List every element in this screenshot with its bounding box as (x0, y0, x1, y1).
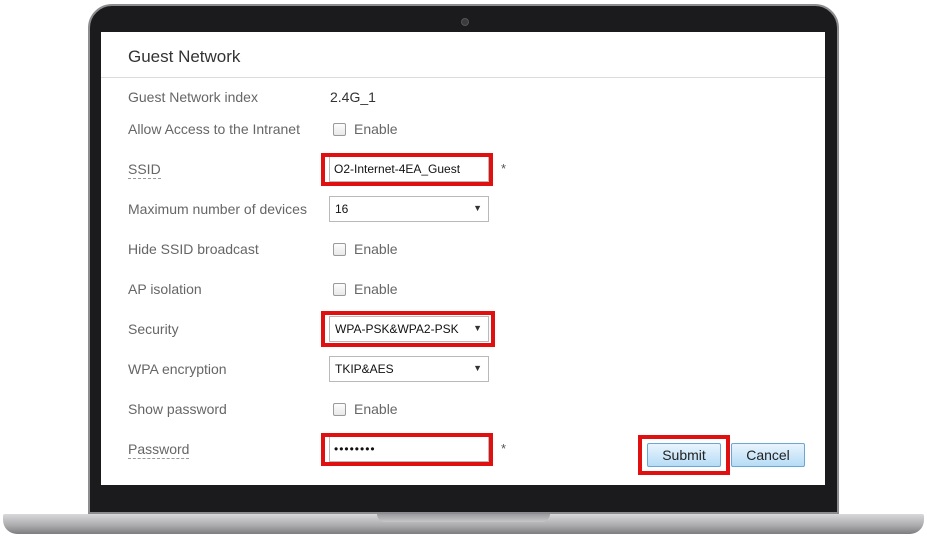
guest-index-label: Guest Network index (128, 89, 258, 105)
section-title: Guest Network (128, 47, 241, 66)
intranet-access-label: Allow Access to the Intranet (128, 121, 300, 137)
submit-highlight-box (638, 435, 730, 475)
title-divider (101, 77, 825, 78)
wpa-encryption-value: TKIP&AES (335, 362, 394, 376)
ap-isolation-checkbox[interactable]: Enable (333, 281, 398, 297)
intranet-access-checkbox[interactable]: Enable (333, 121, 398, 137)
wpa-encryption-select[interactable]: TKIP&AES ▼ (329, 356, 489, 382)
show-password-checkbox[interactable]: Enable (333, 401, 398, 417)
dropdown-arrow-icon: ▼ (473, 203, 482, 213)
hide-ssid-checkbox[interactable]: Enable (333, 241, 398, 257)
dropdown-arrow-icon: ▼ (473, 363, 482, 373)
password-label: Password (128, 441, 190, 459)
password-highlight-box (321, 433, 493, 466)
wpa-encryption-label: WPA encryption (128, 361, 227, 377)
cancel-button[interactable]: Cancel (731, 443, 805, 467)
router-settings-screen: Guest Network Guest Network index 2.4G_1… (101, 32, 825, 485)
checkbox-label: Enable (354, 241, 398, 257)
security-highlight-box (321, 311, 495, 347)
checkbox-box[interactable] (333, 242, 346, 256)
show-password-label: Show password (128, 401, 227, 417)
laptop-notch (377, 514, 550, 522)
checkbox-label: Enable (354, 401, 398, 417)
ap-isolation-label: AP isolation (128, 281, 202, 297)
guest-index-value: 2.4G_1 (330, 89, 376, 105)
checkbox-box[interactable] (333, 122, 346, 136)
ssid-highlight-box (321, 153, 493, 186)
max-devices-select[interactable]: 16 ▼ (329, 196, 489, 222)
ssid-required-mark: * (501, 161, 507, 176)
hide-ssid-label: Hide SSID broadcast (128, 241, 259, 257)
max-devices-label: Maximum number of devices (128, 201, 307, 217)
checkbox-box[interactable] (333, 282, 346, 296)
password-required-mark: * (501, 441, 507, 456)
max-devices-value: 16 (335, 202, 349, 216)
webcam (461, 18, 469, 26)
checkbox-label: Enable (354, 121, 398, 137)
checkbox-box[interactable] (333, 402, 346, 416)
security-label: Security (128, 321, 179, 337)
ssid-label: SSID (128, 161, 161, 179)
checkbox-label: Enable (354, 281, 398, 297)
